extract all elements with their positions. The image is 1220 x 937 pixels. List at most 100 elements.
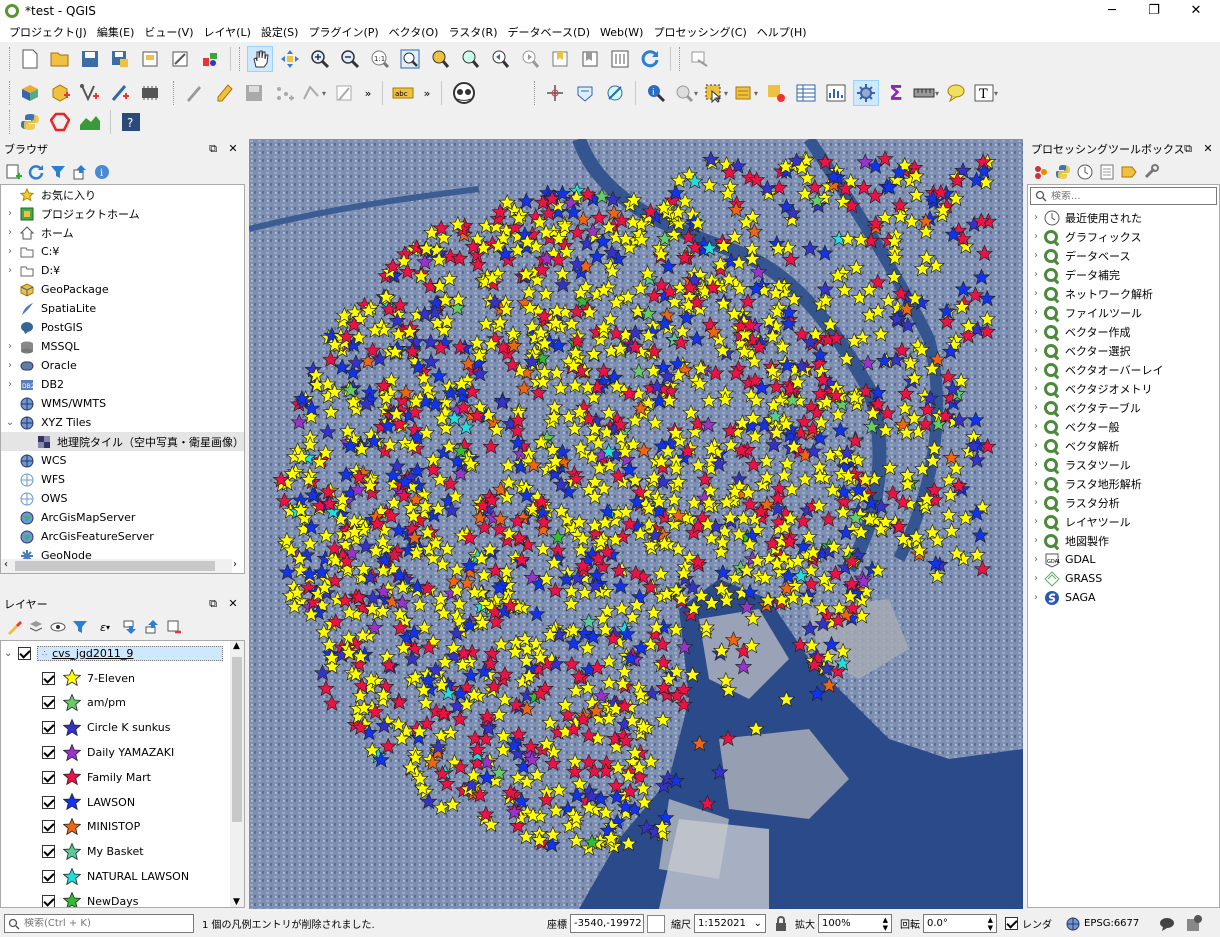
label-tool-button[interactable]: abc bbox=[390, 80, 416, 106]
layer-category-row[interactable]: NATURAL LAWSON bbox=[1, 864, 244, 889]
browser-item[interactable]: › MSSQL bbox=[1, 337, 244, 356]
new-geopackage-button[interactable] bbox=[47, 80, 73, 106]
layer-group-row[interactable]: ⌄ ∴ cvs_jgd2011_9 bbox=[1, 641, 244, 666]
expand-arrow-icon[interactable]: › bbox=[1, 265, 19, 276]
decorations-button[interactable] bbox=[687, 46, 713, 72]
menu-processing[interactable]: プロセッシング(C) bbox=[648, 24, 751, 40]
render-checkbox[interactable] bbox=[1005, 917, 1018, 930]
minimize-button[interactable]: ─ bbox=[1090, 0, 1134, 22]
zoom-to-layer-button[interactable] bbox=[457, 46, 483, 72]
zoom-to-selection-button[interactable] bbox=[427, 46, 453, 72]
processing-provider-item[interactable]: › ベクター選択 bbox=[1028, 341, 1219, 360]
expand-arrow-icon[interactable]: › bbox=[1028, 535, 1044, 546]
extents-toggle-icon[interactable] bbox=[647, 914, 665, 933]
temporal-controller-button[interactable] bbox=[607, 46, 633, 72]
close-panel-icon[interactable]: ✕ bbox=[225, 141, 241, 157]
models-icon[interactable] bbox=[1032, 163, 1050, 181]
expand-arrow-icon[interactable]: › bbox=[1028, 383, 1044, 394]
processing-provider-item[interactable]: › ファイルツール bbox=[1028, 303, 1219, 322]
georeferencer-button[interactable] bbox=[572, 80, 598, 106]
processing-provider-item[interactable]: › レイヤツール bbox=[1028, 512, 1219, 531]
browser-item[interactable]: › DB2 DB2 bbox=[1, 375, 244, 394]
select-features-button[interactable]: ▾ bbox=[703, 80, 729, 106]
expand-arrow-icon[interactable]: › bbox=[1, 227, 19, 238]
scale-dropdown[interactable]: 1:152021 ⌄ bbox=[694, 914, 766, 933]
expand-arrow-icon[interactable]: › bbox=[1028, 440, 1044, 451]
expand-arrow-icon[interactable]: › bbox=[1028, 307, 1044, 318]
identify-button[interactable]: i bbox=[643, 80, 669, 106]
browser-item[interactable]: お気に入り bbox=[1, 185, 244, 204]
processing-search-box[interactable] bbox=[1030, 187, 1217, 205]
processing-provider-item[interactable]: › ベクタジオメトリ bbox=[1028, 379, 1219, 398]
browser-item[interactable]: WMS/WMTS bbox=[1, 394, 244, 413]
menu-layer[interactable]: レイヤ(L) bbox=[198, 24, 255, 40]
browser-hscroll[interactable]: ‹ › bbox=[1, 559, 237, 573]
map-canvas[interactable] bbox=[249, 139, 1023, 909]
menu-project[interactable]: プロジェクト(J) bbox=[4, 24, 92, 40]
expand-arrow-icon[interactable]: ⌄ bbox=[1, 417, 19, 428]
vertex-tool-button[interactable]: ▾ bbox=[301, 80, 327, 106]
browser-item[interactable]: ⌄ XYZ Tiles bbox=[1, 413, 244, 432]
add-point-button[interactable] bbox=[271, 80, 297, 106]
filter-icon[interactable] bbox=[49, 163, 67, 181]
processing-provider-item[interactable]: › ベクター作成 bbox=[1028, 322, 1219, 341]
browser-item[interactable]: SpatiaLite bbox=[1, 299, 244, 318]
expand-arrow-icon[interactable]: › bbox=[1, 341, 19, 352]
processing-provider-item[interactable]: › ベクタテーブル bbox=[1028, 398, 1219, 417]
options-icon[interactable] bbox=[1142, 163, 1160, 181]
filter-legend-icon[interactable] bbox=[71, 618, 89, 636]
processing-toolbox-button[interactable] bbox=[853, 80, 879, 106]
browser-item[interactable]: › ホーム bbox=[1, 223, 244, 242]
locator-input[interactable] bbox=[24, 918, 184, 929]
snapping-button[interactable] bbox=[542, 80, 568, 106]
field-calculator-button[interactable]: Σ bbox=[883, 80, 909, 106]
category-visibility-checkbox[interactable] bbox=[42, 770, 55, 784]
attribute-edit-button[interactable] bbox=[331, 80, 357, 106]
attribute-table-button[interactable] bbox=[793, 80, 819, 106]
map-tips-button[interactable] bbox=[943, 80, 969, 106]
save-as-button[interactable] bbox=[107, 46, 133, 72]
save-project-button[interactable] bbox=[77, 46, 103, 72]
plugin-red-button[interactable] bbox=[47, 109, 73, 135]
expand-arrow-icon[interactable]: › bbox=[1, 360, 19, 371]
category-visibility-checkbox[interactable] bbox=[42, 746, 55, 760]
expand-arrow-icon[interactable]: › bbox=[1028, 345, 1044, 356]
category-visibility-checkbox[interactable] bbox=[42, 820, 55, 834]
layer-category-row[interactable]: LAWSON bbox=[1, 790, 244, 815]
category-visibility-checkbox[interactable] bbox=[42, 795, 55, 809]
magnifier-spinbox[interactable]: 100% ▲ ▼ bbox=[818, 914, 892, 933]
layer-category-row[interactable]: Daily YAMAZAKI bbox=[1, 740, 244, 765]
processing-provider-item[interactable]: › GRASS bbox=[1028, 569, 1219, 588]
deselect-button[interactable] bbox=[763, 80, 789, 106]
zoom-native-button[interactable]: 1:1 bbox=[367, 46, 393, 72]
float-panel-icon[interactable]: ⧉ bbox=[1180, 141, 1196, 157]
collapse-all-icon[interactable] bbox=[71, 163, 89, 181]
menu-view[interactable]: ビュー(V) bbox=[139, 24, 198, 40]
globe-icon[interactable] bbox=[1066, 917, 1080, 931]
expand-arrow-icon[interactable]: › bbox=[1028, 592, 1044, 603]
manage-visibility-icon[interactable] bbox=[49, 618, 67, 636]
processing-provider-item[interactable]: › ベクター般 bbox=[1028, 417, 1219, 436]
new-temp-layer-button[interactable] bbox=[107, 80, 133, 106]
processing-provider-item[interactable]: › 地図製作 bbox=[1028, 531, 1219, 550]
expand-arrow-icon[interactable]: › bbox=[1028, 497, 1044, 508]
expand-arrow-icon[interactable]: › bbox=[1028, 459, 1044, 470]
refresh-button[interactable] bbox=[637, 46, 663, 72]
zoom-out-button[interactable] bbox=[337, 46, 363, 72]
coordinate-field[interactable]: -3540,-19972 bbox=[570, 914, 644, 933]
category-visibility-checkbox[interactable] bbox=[42, 696, 55, 710]
processing-provider-item[interactable]: › データベース bbox=[1028, 246, 1219, 265]
expand-arrow-icon[interactable]: › bbox=[1028, 364, 1044, 375]
expand-arrow-icon[interactable]: › bbox=[1, 246, 19, 257]
statistics-button[interactable] bbox=[823, 80, 849, 106]
layout-manager-button[interactable] bbox=[167, 46, 193, 72]
menu-web[interactable]: Web(W) bbox=[595, 26, 648, 39]
layer-category-row[interactable]: Family Mart bbox=[1, 765, 244, 790]
zoom-full-button[interactable] bbox=[397, 46, 423, 72]
expand-arrow-icon[interactable]: › bbox=[1028, 554, 1044, 565]
expand-arrow-icon[interactable]: › bbox=[1028, 326, 1044, 337]
layer-category-row[interactable]: MINISTOP bbox=[1, 815, 244, 840]
browser-item[interactable]: OWS bbox=[1, 489, 244, 508]
expand-all-icon[interactable] bbox=[121, 618, 139, 636]
crs-label[interactable]: EPSG:6677 bbox=[1084, 918, 1139, 929]
